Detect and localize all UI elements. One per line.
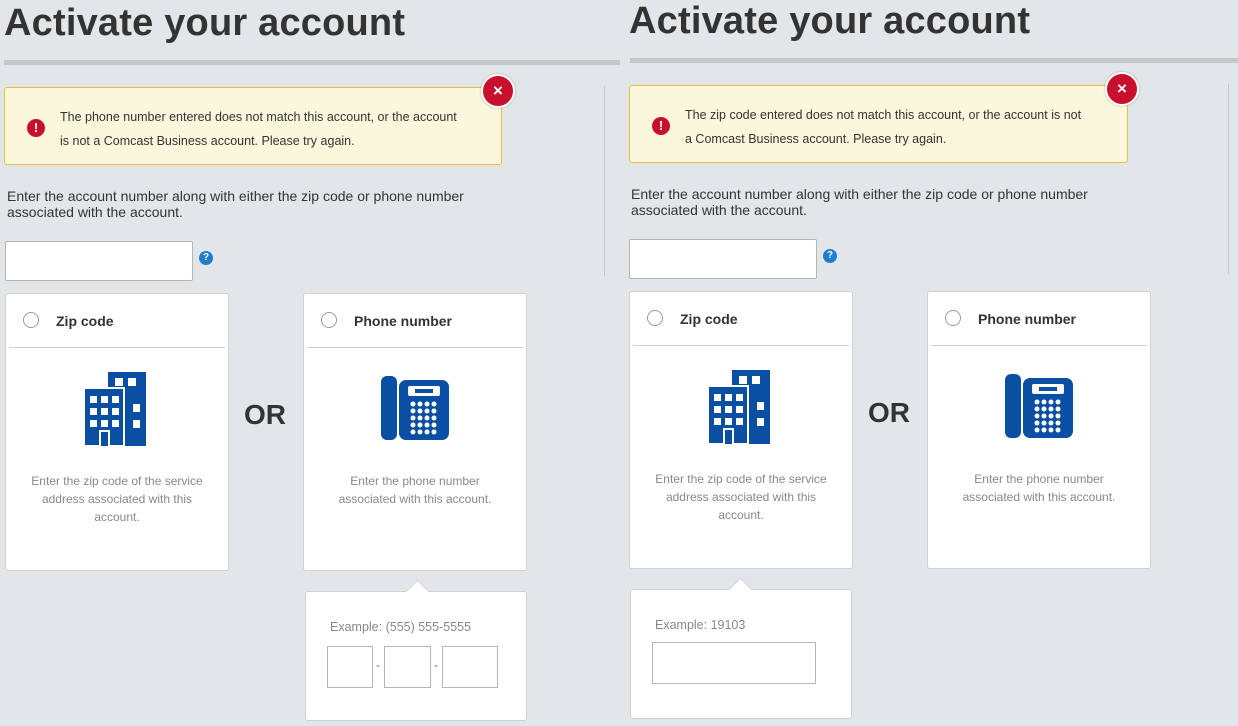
phone-number-entry-popup: Example: (555) 555-5555 - - <box>305 579 527 721</box>
or-separator: OR <box>244 399 286 430</box>
account-number-input[interactable] <box>629 239 817 279</box>
close-alert-button[interactable]: × <box>481 74 515 108</box>
zip-code-input[interactable] <box>652 642 816 684</box>
zip-code-label: Zip code <box>680 311 738 327</box>
error-message: The phone number entered does not match … <box>60 110 457 148</box>
instructions-text: Enter the account number along with eith… <box>7 188 464 220</box>
zip-code-radio[interactable] <box>23 312 39 328</box>
building-icon <box>630 368 852 449</box>
phone-number-label: Phone number <box>978 311 1077 327</box>
error-icon: ! <box>652 117 670 135</box>
zip-code-radio[interactable] <box>647 310 663 326</box>
zip-code-description: Enter the zip code of the service addres… <box>655 472 827 522</box>
page-title: Activate your account <box>4 2 406 44</box>
popup-arrow <box>728 577 753 602</box>
phone-icon <box>928 372 1150 445</box>
separator-dash: - <box>376 658 380 672</box>
error-alert: ! The phone number entered does not matc… <box>4 87 502 165</box>
phone-icon <box>304 374 526 447</box>
phone-area-code-input[interactable] <box>327 646 373 688</box>
title-divider <box>630 58 1238 63</box>
help-icon[interactable]: ? <box>823 249 837 263</box>
zip-code-description: Enter the zip code of the service addres… <box>31 474 203 524</box>
zip-code-entry-popup: Example: 19103 <box>630 577 852 719</box>
phone-prefix-input[interactable] <box>384 646 431 688</box>
example-text: Example: (555) 555-5555 <box>330 620 472 634</box>
left-panel: Activate your account ! The phone number… <box>0 0 620 726</box>
zip-code-option-card[interactable]: Zip code Enter the zip code of the servi… <box>5 293 229 571</box>
title-divider <box>4 60 620 65</box>
card-header: Zip code <box>630 292 852 346</box>
instructions-text: Enter the account number along with eith… <box>631 186 1088 218</box>
phone-number-description: Enter the phone number associated with t… <box>338 474 492 506</box>
phone-number-option-card[interactable]: Phone number Enter the phone number asso… <box>927 291 1151 569</box>
phone-number-radio[interactable] <box>945 310 961 326</box>
close-alert-button[interactable]: × <box>1105 72 1139 106</box>
phone-number-description: Enter the phone number associated with t… <box>962 472 1116 504</box>
card-header: Zip code <box>6 294 228 348</box>
example-text: Example: 19103 <box>655 618 746 632</box>
phone-number-label: Phone number <box>354 313 453 329</box>
card-header: Phone number <box>928 292 1150 346</box>
phone-line-number-input[interactable] <box>442 646 498 688</box>
page-title: Activate your account <box>629 0 1031 42</box>
error-icon: ! <box>27 119 45 137</box>
error-alert: ! The zip code entered does not match th… <box>629 85 1128 163</box>
panel-divider <box>1228 84 1229 274</box>
separator-dash: - <box>434 658 438 672</box>
right-panel: Activate your account ! The zip code ent… <box>624 0 1238 726</box>
zip-code-option-card[interactable]: Zip code Enter the zip code of the servi… <box>629 291 853 569</box>
help-icon[interactable]: ? <box>199 251 213 265</box>
phone-number-option-card[interactable]: Phone number Enter the phone number asso… <box>303 293 527 571</box>
zip-code-label: Zip code <box>56 313 114 329</box>
error-message: The zip code entered does not match this… <box>685 108 1082 146</box>
card-header: Phone number <box>304 294 526 348</box>
or-separator: OR <box>868 397 910 428</box>
phone-number-radio[interactable] <box>321 312 337 328</box>
building-icon <box>6 370 228 451</box>
popup-arrow <box>405 579 430 604</box>
panel-divider <box>604 86 605 276</box>
account-number-input[interactable] <box>5 241 193 281</box>
